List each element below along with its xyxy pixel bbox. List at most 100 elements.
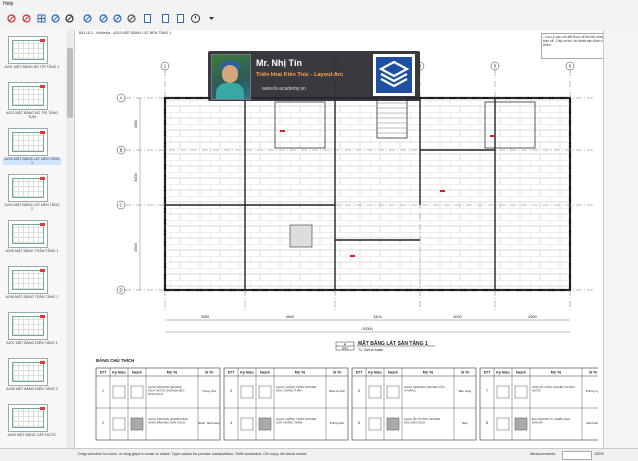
legend-position: Phòng tắm [330, 420, 345, 425]
page-thumbnail-label[interactable]: A204 MẶT BẰNG LÁT NỀN TẦNG 2 [3, 203, 61, 211]
legend-position: Nhà vệ sinh [329, 389, 345, 393]
measurements-input[interactable] [562, 451, 592, 460]
legend-hatch [386, 417, 400, 431]
presenter-avatar [211, 54, 251, 100]
page-thumbnail-label[interactable]: A206 MẶT BẰNG TRẦN TẦNG 2 [3, 295, 61, 299]
presenter-url: www.ls-academy.vn [262, 86, 306, 92]
page-thumbnail-label[interactable]: A208 MẶT BẰNG ĐIỆN TẦNG 2 [3, 387, 61, 391]
legend-symbol [496, 417, 510, 431]
legend-header: Ký Hiệu [496, 371, 509, 375]
legend-header: STT [484, 371, 492, 375]
legend-symbol [496, 385, 510, 399]
legend-hatch [514, 385, 528, 399]
legend-stt: 1 [102, 389, 104, 393]
legend-symbol [368, 385, 382, 399]
legend-header: Vị Trí [333, 371, 343, 375]
cursor-icon[interactable] [64, 13, 75, 24]
legend-position: Phòng ngủ [586, 389, 598, 393]
legend-position: Bếp [462, 421, 468, 425]
zoom-level[interactable]: 120% [594, 452, 604, 456]
legend-hatch [130, 417, 144, 431]
page-copy-icon[interactable] [175, 13, 186, 24]
page-thumbnail-label[interactable]: A207 MẶT BẰNG ĐIỆN TẦNG 1 [3, 341, 61, 345]
legend-header: STT [100, 371, 108, 375]
page-thumbnail[interactable] [8, 174, 48, 202]
page-thumbnail[interactable] [8, 82, 48, 110]
page-thumbnail-label[interactable]: A202 MẶT BẰNG BỐ TRÍ TẦNG TUM [3, 111, 61, 119]
grid-icon[interactable] [36, 13, 47, 24]
page-thumbnail[interactable] [8, 128, 48, 156]
legend-header: Vị Trí [461, 371, 471, 375]
dimension-text: 4000 [528, 315, 536, 319]
drawing-title: MẶT BẰNG LÁT SÀN TẦNG 1 [358, 339, 428, 347]
page-thumbnail[interactable] [8, 358, 48, 386]
legend-description: GẠCH GRANITE 600X600 MÀU SÁNG ĐẬM KEO DÁN… [148, 417, 188, 424]
legend-stt: 4 [230, 421, 232, 425]
legend-symbol [112, 417, 126, 431]
legend-title: BẢNG CHÚ THÍCH [96, 358, 134, 363]
legend-header: Mô Tả [295, 371, 306, 375]
page-thumbnail[interactable] [8, 266, 48, 294]
page-thumbnail[interactable] [8, 404, 48, 432]
legend-hatch [258, 417, 272, 431]
page-thumbnail[interactable] [8, 312, 48, 340]
red-marker [490, 135, 495, 137]
pages-sidebar: A201 MẶT BẰNG BỐ TRÍ TẦNG 1 A202 MẶT BẰNG… [0, 30, 67, 448]
legend-stt: 3 [230, 389, 232, 393]
dimension-text: 3400 [373, 315, 381, 319]
page-add-icon[interactable] [160, 13, 171, 24]
pin-icon[interactable] [6, 13, 17, 24]
legend-header: Mô Tả [167, 371, 178, 375]
dropdown-icon[interactable] [206, 13, 217, 24]
dimension-text: 3000 [201, 315, 209, 319]
dimension-text: 4600 [286, 315, 294, 319]
legend-header: Vị Trí [205, 371, 215, 375]
legend-header: Hatch [260, 371, 270, 375]
brush-icon[interactable] [98, 13, 109, 24]
legend-position: Ban công [459, 389, 472, 393]
legend-stt: 8 [486, 421, 488, 425]
flag-icon[interactable] [21, 13, 32, 24]
dimension-text: 4000 [134, 173, 138, 181]
red-marker [350, 255, 355, 257]
grid-bubble-label: D [119, 288, 122, 293]
legend-header: STT [228, 371, 236, 375]
legend-position: Cầu thang [586, 421, 598, 425]
legend-header: Ký Hiệu [112, 371, 125, 375]
dimension-text: 20000 [362, 327, 373, 331]
menu-bar: Help [0, 0, 638, 8]
page-icon[interactable] [142, 13, 153, 24]
scrollbar-thumb[interactable] [67, 48, 73, 118]
page-thumbnail-label[interactable]: A205 MẶT BẰNG TRẦN TẦNG 1 [3, 249, 61, 253]
clock-icon[interactable] [190, 13, 201, 24]
legend-symbol [368, 417, 382, 431]
dimension-text: 4500 [134, 243, 138, 251]
measurements-label: Measurements [530, 452, 556, 456]
page-thumbnail[interactable] [8, 220, 48, 248]
legend-stt: 6 [358, 421, 360, 425]
red-marker [440, 190, 445, 192]
legend-symbol [240, 417, 254, 431]
document-tab-title[interactable]: BẢI 15.2 - HoMeNa - A203 MẶT BẰNG LÁT NỀ… [75, 30, 607, 36]
right-panel [603, 30, 638, 448]
page-thumbnail[interactable] [8, 36, 48, 64]
legend-stt: 5 [358, 389, 360, 393]
eraser-icon[interactable] [126, 13, 137, 24]
tile-hatch [167, 100, 568, 288]
legend-position: Trong nhà [202, 389, 216, 393]
legend-hatch [258, 385, 272, 399]
page-thumbnail-label[interactable]: A201 MẶT BẰNG BỐ TRÍ TẦNG 1 [3, 65, 61, 69]
pen-icon[interactable] [112, 13, 123, 24]
page-thumbnail-label[interactable]: A203 MẶT BẰNG LÁT NỀN TẦNG 1 [3, 157, 61, 166]
menu-help[interactable]: Help [3, 1, 13, 7]
comment-icon[interactable] [82, 13, 93, 24]
legend-header: Ký Hiệu [368, 371, 381, 375]
legend-stt: 2 [102, 421, 104, 425]
dimension-text: 3000 [453, 315, 461, 319]
red-marker [280, 130, 285, 132]
status-bar: Drag selection to move, or drag grips to… [0, 448, 638, 461]
legend-hatch [386, 385, 400, 399]
title-tag-number: S01 [342, 347, 348, 351]
hand-icon[interactable] [50, 13, 61, 24]
page-thumbnail-label[interactable]: A209 MẶT BẰNG CẤP NƯỚC [3, 433, 61, 437]
